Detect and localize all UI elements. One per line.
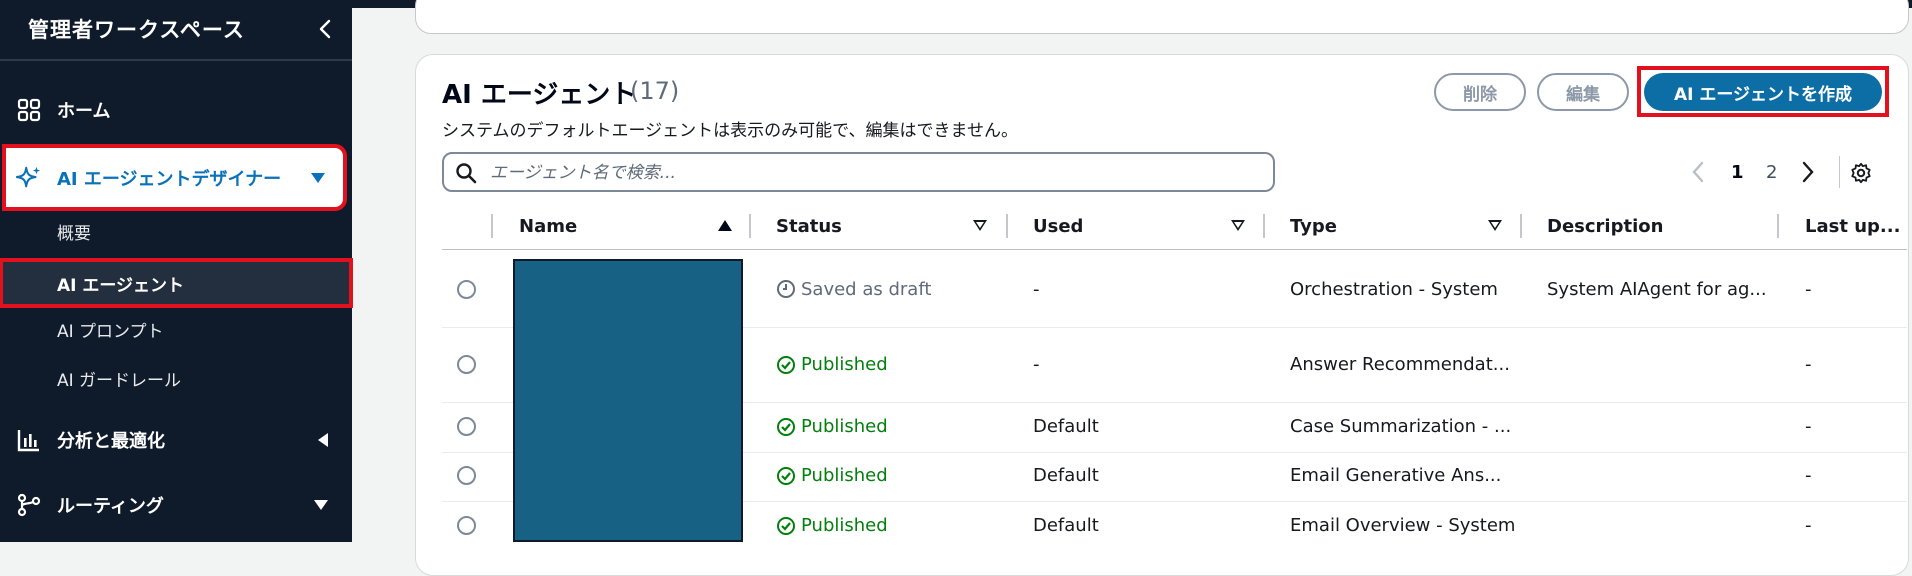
last-updated-cell: - <box>1805 416 1812 437</box>
check-circle-icon <box>777 467 795 485</box>
sort-icon[interactable] <box>973 220 987 231</box>
check-circle-icon <box>777 356 795 374</box>
nav-item-label: 分析と最適化 <box>57 431 165 452</box>
page-2-button[interactable]: 2 <box>1766 162 1777 183</box>
status-text: Published <box>801 515 888 536</box>
check-circle-icon <box>777 517 795 535</box>
caret-left-icon <box>318 433 328 447</box>
chevron-left-icon[interactable] <box>1690 160 1706 184</box>
routing-icon <box>16 492 42 518</box>
type-cell: Email Overview - System <box>1290 515 1516 536</box>
used-cell: Default <box>1033 515 1099 536</box>
redacted-name-block <box>513 259 743 542</box>
subnav-item-overview[interactable]: 概要 <box>0 210 352 252</box>
column-header-used[interactable]: Used <box>1033 216 1083 237</box>
column-header-status[interactable]: Status <box>776 216 842 237</box>
chevron-right-icon[interactable] <box>1800 160 1816 184</box>
last-updated-cell: - <box>1805 515 1812 536</box>
subnav-label: 概要 <box>57 223 91 244</box>
subnav-label: AI プロンプト <box>57 321 164 342</box>
subnav-item-ai-agents[interactable]: AI エージェント <box>0 258 353 308</box>
row-select-radio[interactable] <box>457 417 476 436</box>
column-header-last-updated[interactable]: Last up... <box>1805 216 1900 237</box>
nav-item-label: ルーティング <box>57 496 164 517</box>
gear-icon[interactable] <box>1850 162 1872 184</box>
bar-chart-icon <box>16 427 42 453</box>
sort-icon[interactable] <box>1488 220 1502 231</box>
collapse-sidebar-button[interactable] <box>314 16 336 42</box>
create-ai-agent-button[interactable]: AI エージェントを作成 <box>1644 73 1882 111</box>
subnav-item-ai-prompts[interactable]: AI プロンプト <box>0 308 352 350</box>
used-cell: - <box>1033 279 1040 300</box>
subnav-label: AI ガードレール <box>57 370 182 391</box>
delete-button[interactable]: 削除 <box>1434 73 1526 111</box>
card-description: システムのデフォルトエージェントは表示のみ可能で、編集はできません。 <box>442 121 1018 141</box>
column-header-description[interactable]: Description <box>1547 216 1663 237</box>
search-input[interactable] <box>488 156 1252 190</box>
used-cell: Default <box>1033 416 1099 437</box>
status-text: Published <box>801 465 888 486</box>
column-header-type[interactable]: Type <box>1290 216 1337 237</box>
chevron-left-icon <box>319 19 331 39</box>
nav-item-label: ホーム <box>57 101 111 122</box>
page-title: AI エージェント <box>442 80 637 110</box>
column-separator <box>1777 214 1779 238</box>
row-select-radio[interactable] <box>457 466 476 485</box>
home-grid-icon <box>16 97 42 123</box>
sort-icon[interactable] <box>1231 220 1245 231</box>
search-icon <box>456 163 477 184</box>
previous-card <box>415 0 1909 34</box>
row-select-radio[interactable] <box>457 280 476 299</box>
status-text: Published <box>801 416 888 437</box>
column-header-name[interactable]: Name <box>519 216 577 237</box>
nav-item-ai-agent-designer[interactable]: AI エージェントデザイナー <box>2 144 347 211</box>
header-divider <box>442 249 1907 250</box>
divider <box>0 59 352 61</box>
used-cell: Default <box>1033 465 1099 486</box>
nav-item-analytics[interactable]: 分析と最適化 <box>0 425 352 455</box>
last-updated-cell: - <box>1805 279 1812 300</box>
edit-button[interactable]: 編集 <box>1537 73 1629 111</box>
check-circle-icon <box>777 418 795 436</box>
nav-item-routing[interactable]: ルーティング <box>0 490 352 520</box>
type-cell: Case Summarization - ... <box>1290 416 1512 437</box>
divider <box>1839 156 1840 188</box>
row-select-radio[interactable] <box>457 516 476 535</box>
column-separator <box>491 214 493 238</box>
last-updated-cell: - <box>1805 354 1812 375</box>
row-select-radio[interactable] <box>457 355 476 374</box>
sidebar: 管理者ワークスペース ホーム AI エージェントデザイナー 概要 AI エージェ… <box>0 0 353 542</box>
status-text: Published <box>801 354 888 375</box>
caret-down-icon <box>314 500 328 510</box>
sparkle-icon <box>16 165 42 191</box>
used-cell: - <box>1033 354 1040 375</box>
subnav-label: AI エージェント <box>57 275 185 296</box>
type-cell: Answer Recommendat... <box>1290 354 1510 375</box>
nav-item-home[interactable]: ホーム <box>0 95 352 125</box>
type-cell: Email Generative Ans... <box>1290 465 1502 486</box>
column-separator <box>749 214 751 238</box>
workspace-title: 管理者ワークスペース <box>28 18 245 42</box>
status-text: Saved as draft <box>801 279 932 300</box>
nav-item-label: AI エージェントデザイナー <box>57 168 282 190</box>
clock-icon <box>777 280 795 298</box>
sort-ascending-icon[interactable] <box>718 220 732 231</box>
subnav-item-ai-guardrails[interactable]: AI ガードレール <box>0 357 352 399</box>
column-separator <box>1263 214 1265 238</box>
column-separator <box>1006 214 1008 238</box>
item-count: (17) <box>630 77 680 105</box>
type-cell: Orchestration - System <box>1290 279 1498 300</box>
description-cell: System AIAgent for ag... <box>1547 279 1767 300</box>
column-separator <box>1520 214 1522 238</box>
page-1-button[interactable]: 1 <box>1731 162 1744 183</box>
last-updated-cell: - <box>1805 465 1812 486</box>
caret-down-icon <box>311 172 325 183</box>
